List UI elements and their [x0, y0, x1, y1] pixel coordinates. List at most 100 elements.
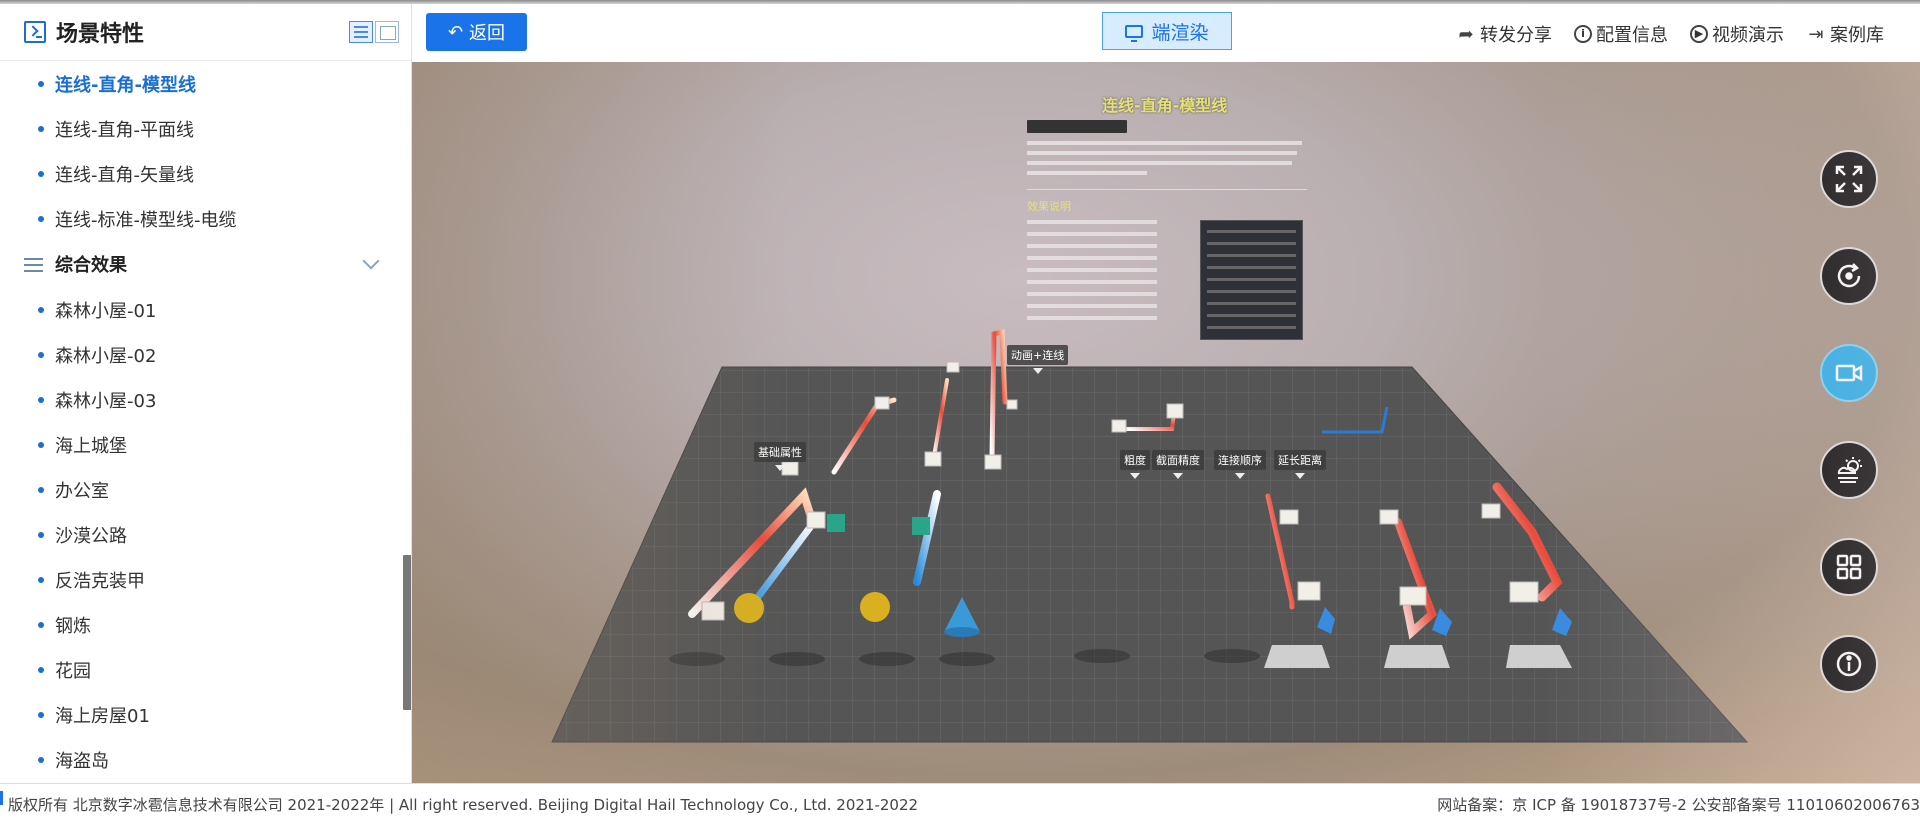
bullet-icon [38, 576, 44, 583]
share-icon: ➦ [1458, 23, 1474, 45]
sidebar-item-label: 森林小屋-01 [55, 300, 157, 322]
sidebar-item-label: 钢炼 [55, 615, 91, 637]
bullet-icon [38, 756, 44, 763]
fullscreen-button[interactable] [1820, 150, 1878, 208]
play-circle-icon: ▶ [1690, 25, 1708, 43]
sidebar-group-comprehensive[interactable]: 综合效果 [0, 241, 411, 287]
sidebar-item-label: 连线-标准-模型线-电缆 [55, 209, 237, 231]
scene-label-connect-order[interactable]: 连接顺序 [1214, 450, 1266, 479]
case-library-link[interactable]: ⇥ 案例库 [1806, 21, 1884, 47]
sidebar-item-label: 沙漠公路 [55, 525, 127, 547]
refresh-button[interactable] [1820, 247, 1878, 305]
sidebar-header: 场景特性 [0, 4, 411, 61]
chevron-down-icon[interactable] [362, 252, 380, 270]
terminal-icon [24, 21, 46, 43]
sidebar-item-label: 海上城堡 [55, 435, 127, 457]
video-icon [1835, 364, 1863, 382]
sidebar-item[interactable]: 森林小屋-02 [0, 332, 411, 377]
video-demo-link[interactable]: ▶ 视频演示 [1690, 21, 1784, 47]
sidebar-title: 场景特性 [56, 22, 145, 47]
case-library-label: 案例库 [1830, 25, 1884, 46]
config-label: 配置信息 [1596, 25, 1668, 46]
bullet-icon [38, 441, 44, 448]
refresh-icon [1837, 263, 1861, 288]
sidebar-item-label: 连线-直角-矢量线 [55, 164, 194, 186]
config-link[interactable]: i 配置信息 [1574, 21, 1668, 47]
bullet-icon [38, 306, 44, 313]
scene-label-section-precision[interactable]: 截面精度 [1152, 450, 1204, 479]
info-button[interactable] [1820, 635, 1878, 693]
scene-label-thickness[interactable]: 粗度 [1120, 450, 1150, 479]
bullet-icon [38, 531, 44, 538]
back-button[interactable]: ↶ 返回 [426, 13, 527, 51]
scene-label-animation[interactable]: 动画+连线 [1007, 345, 1069, 374]
sidebar-item[interactable]: 海上房屋01 [0, 692, 411, 737]
doc-text [1027, 141, 1307, 175]
scene-pads [1264, 645, 1572, 668]
sidebar-item-label: 森林小屋-03 [55, 390, 157, 412]
sidebar-item-label: 办公室 [55, 480, 109, 502]
bullet-icon [38, 711, 44, 718]
scene-floor [551, 366, 1749, 743]
sidebar-item[interactable]: 连线-直角-矢量线 [0, 151, 411, 196]
bullet-icon [38, 80, 44, 87]
footer-copyright: 版权所有 北京数字冰雹信息技术有限公司 2021-2022年 | All rig… [8, 796, 919, 814]
sidebar-item-label: 海盗岛 [55, 750, 109, 772]
sidebar-item[interactable]: 连线-直角-模型线 [0, 61, 411, 106]
share-label: 转发分享 [1480, 25, 1552, 46]
list-view-icon[interactable] [349, 21, 373, 43]
video-demo-label: 视频演示 [1712, 25, 1784, 46]
exit-icon: ⇥ [1808, 23, 1824, 45]
footer-icp[interactable]: 网站备案：京 ICP 备 19018737号-2 公安部备案号 11010602… [1437, 794, 1920, 815]
sidebar-item[interactable]: 连线-标准-模型线-电缆 [0, 196, 411, 241]
sidebar-item[interactable]: 海盗岛 [0, 737, 411, 782]
sidebar-item[interactable]: 反浩克装甲 [0, 557, 411, 602]
toolbar-links: ➦ 转发分享 i 配置信息 ▶ 视频演示 ⇥ 案例库 [1456, 21, 1884, 47]
sidebar: 场景特性 连线-直角-模型线 连线-直角-平面线 连线-直角-矢量线连线-标准-模型… [0, 4, 412, 783]
share-link[interactable]: ➦ 转发分享 [1456, 21, 1552, 47]
back-label: 返回 [469, 23, 506, 44]
sidebar-item-label: 花园 [55, 660, 91, 682]
doc-separator [1027, 189, 1307, 190]
bullet-icon [38, 170, 44, 177]
sidebar-group-list: 森林小屋-01 森林小屋-02 森林小屋-03 海上城堡办公室沙漠公路反浩克装甲钢炼花… [0, 287, 411, 782]
doc-toolbar [1027, 120, 1127, 133]
render-label: 端渲染 [1151, 21, 1209, 44]
sidebar-item-label: 森林小屋-02 [55, 345, 157, 367]
grid-button[interactable] [1820, 538, 1878, 596]
sidebar-item[interactable]: 森林小屋-01 [0, 287, 411, 332]
bullet-icon [38, 125, 44, 132]
weather-button[interactable] [1820, 441, 1878, 499]
video-button[interactable] [1820, 344, 1878, 402]
top-toolbar: ↶ 返回 端渲染 ➦ 转发分享 i 配置信息 ▶ 视频演示 ⇥ 案例库 [412, 4, 1920, 62]
sidebar-item-label: 连线-直角-模型线 [55, 74, 196, 96]
sidebar-item[interactable]: 花园 [0, 647, 411, 692]
fullscreen-icon [1835, 165, 1863, 193]
sidebar-item-label: 连线-直角-平面线 [55, 119, 194, 141]
render-button[interactable]: 端渲染 [1102, 12, 1232, 50]
view-toggle [349, 21, 399, 43]
monitor-icon [1125, 24, 1144, 42]
weather-icon [1837, 457, 1862, 483]
3d-viewport[interactable]: 连线-直角-模型线 效果说明 动画+连线 基础属性 粗度 截面精度 连接顺序 延… [412, 62, 1920, 783]
sidebar-item[interactable]: 海上城堡 [0, 422, 411, 467]
viewport-title: 连线-直角-模型线 [1102, 96, 1228, 115]
property-panel [1200, 220, 1303, 340]
sidebar-item[interactable]: 钢炼 [0, 602, 411, 647]
sidebar-group-label: 综合效果 [55, 255, 127, 276]
bullet-icon [38, 396, 44, 403]
scene-label-extend-distance[interactable]: 延长距离 [1274, 450, 1326, 479]
bullet-icon [38, 666, 44, 673]
sidebar-item-label: 海上房屋01 [55, 705, 150, 727]
grid-icon [1836, 554, 1862, 580]
scene-label-basic-props[interactable]: 基础属性 [754, 442, 806, 471]
reply-arrow-icon: ↶ [447, 21, 464, 43]
sidebar-item-label: 反浩克装甲 [55, 570, 145, 592]
sidebar-item[interactable]: 森林小屋-03 [0, 377, 411, 422]
image-view-icon[interactable] [375, 21, 399, 43]
sidebar-item[interactable]: 连线-直角-平面线 [0, 106, 411, 151]
sidebar-item[interactable]: 办公室 [0, 467, 411, 512]
bullet-icon [38, 621, 44, 628]
sidebar-item[interactable]: 沙漠公路 [0, 512, 411, 557]
sidebar-scrollbar[interactable] [403, 555, 411, 710]
